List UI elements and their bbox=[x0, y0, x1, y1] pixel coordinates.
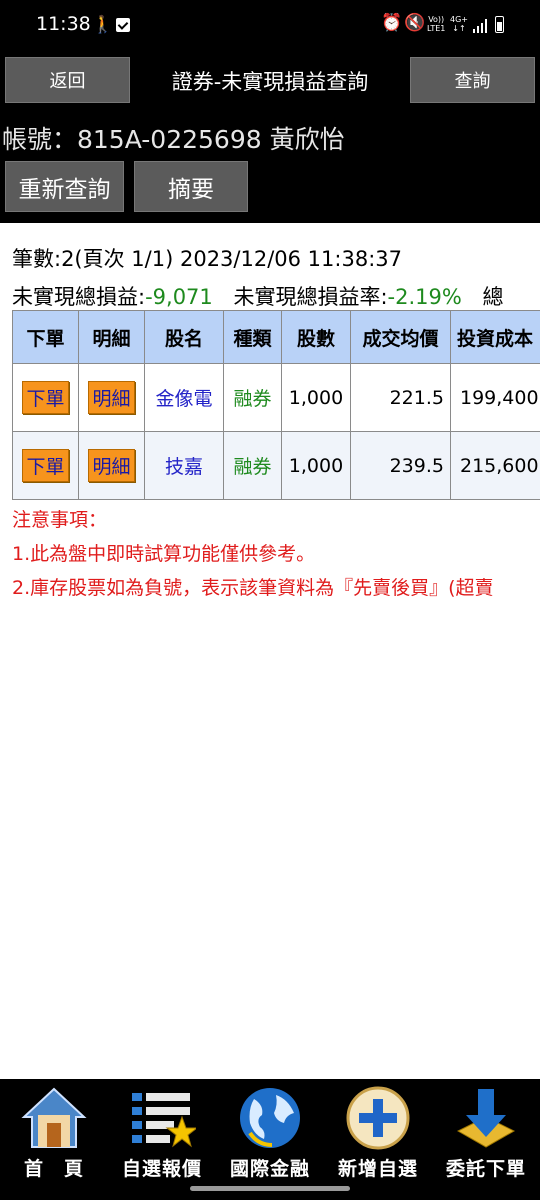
nav-home-label: 首 頁 bbox=[23, 1158, 84, 1180]
table-row: 下單 明細 技嘉 融券 1,000 239.5 215,600 bbox=[12, 431, 540, 500]
order-download-arrow-icon bbox=[456, 1089, 516, 1148]
status-time: 11:38 bbox=[36, 13, 91, 35]
bottom-nav: 首 頁 自選報價 國際金融 新增自選 委託下單 bbox=[0, 1079, 540, 1200]
account-info: 帳號：815A-0225698 黃欣怡 bbox=[2, 125, 345, 154]
nav-international[interactable]: 國際金融 bbox=[216, 1079, 324, 1180]
total-pl-line: 未實現總損益:-9,071 未實現總損益率:-2.19% 總 bbox=[12, 281, 504, 311]
nav-home[interactable]: 首 頁 bbox=[0, 1079, 108, 1180]
walking-icon: 🚶 bbox=[92, 15, 114, 35]
app-header: 返回 證券-未實現損益查詢 查詢 帳號：815A-0225698 黃欣怡 重新查… bbox=[0, 48, 540, 223]
total-pl-rate-value: -2.19% bbox=[387, 285, 462, 309]
order-button[interactable]: 下單 bbox=[22, 381, 69, 414]
trade-type: 融券 bbox=[223, 363, 282, 432]
nav-watchlist[interactable]: 自選報價 bbox=[108, 1079, 216, 1180]
gesture-home-bar[interactable] bbox=[190, 1186, 350, 1191]
signal-icon bbox=[473, 19, 487, 33]
truncated-label: 總 bbox=[482, 285, 504, 309]
volte-indicator: Vo)) LTE1 bbox=[427, 15, 446, 33]
nav-place-order-label: 委託下單 bbox=[445, 1158, 526, 1180]
watchlist-star-icon bbox=[132, 1093, 196, 1148]
network-indicator: 4G+ ↓↑ bbox=[450, 15, 468, 33]
total-pl-label: 未實現總損益: bbox=[12, 285, 146, 309]
avg-price: 239.5 bbox=[350, 431, 451, 500]
nav-add-watch-label: 新增自選 bbox=[337, 1158, 418, 1180]
header-type: 種類 bbox=[223, 310, 282, 364]
alarm-icon: ⏰ bbox=[381, 13, 403, 33]
back-button[interactable]: 返回 bbox=[5, 57, 130, 103]
summary-button[interactable]: 摘要 bbox=[134, 161, 248, 212]
header-name: 股名 bbox=[144, 310, 224, 364]
record-count-line: 筆數:2(頁次 1/1) 2023/12/06 11:38:37 bbox=[12, 247, 402, 271]
note-item: 1.此為盤中即時試算功能僅供參考。 bbox=[12, 543, 316, 565]
nav-place-order[interactable]: 委託下單 bbox=[432, 1079, 540, 1180]
shares: 1,000 bbox=[281, 363, 351, 432]
detail-button[interactable]: 明細 bbox=[88, 449, 135, 482]
total-pl-value: -9,071 bbox=[145, 285, 213, 309]
stock-name: 金像電 bbox=[144, 363, 224, 432]
battery-icon bbox=[495, 16, 504, 33]
checkbox-notification-icon bbox=[116, 18, 130, 32]
globe-icon bbox=[240, 1088, 300, 1148]
detail-button[interactable]: 明細 bbox=[88, 381, 135, 414]
avg-price: 221.5 bbox=[350, 363, 451, 432]
home-icon bbox=[21, 1087, 87, 1148]
page-title: 證券-未實現損益查詢 bbox=[171, 70, 369, 94]
table-row: 下單 明細 金像電 融券 1,000 221.5 199,400 bbox=[12, 363, 540, 432]
header-detail: 明細 bbox=[78, 310, 145, 364]
table-header-row: 下單 明細 股名 種類 股數 成交均價 投資成本 bbox=[12, 310, 540, 364]
header-shares: 股數 bbox=[281, 310, 351, 364]
header-avg-price: 成交均價 bbox=[350, 310, 451, 364]
investment-cost: 199,400 bbox=[450, 363, 540, 432]
header-order: 下單 bbox=[12, 310, 79, 364]
total-pl-rate-label: 未實現總損益率: bbox=[233, 285, 388, 309]
query-button[interactable]: 查詢 bbox=[410, 57, 535, 103]
positions-table: 下單 明細 股名 種類 股數 成交均價 投資成本 下單 明細 金像電 融券 1,… bbox=[12, 310, 540, 500]
note-item: 2.庫存股票如為負號，表示該筆資料為『先賣後買』(超賣 bbox=[12, 577, 494, 599]
nav-watchlist-label: 自選報價 bbox=[121, 1158, 202, 1180]
positions-table-wrap[interactable]: 下單 明細 股名 種類 股數 成交均價 投資成本 下單 明細 金像電 融券 1,… bbox=[12, 310, 540, 500]
notes-title: 注意事項： bbox=[12, 509, 108, 531]
mute-icon: 🔇 bbox=[404, 13, 426, 33]
nav-international-label: 國際金融 bbox=[229, 1158, 310, 1180]
add-plus-icon bbox=[346, 1086, 410, 1150]
requery-button[interactable]: 重新查詢 bbox=[5, 161, 124, 212]
investment-cost: 215,600 bbox=[450, 431, 540, 500]
nav-add-watch[interactable]: 新增自選 bbox=[324, 1079, 432, 1180]
stock-name: 技嘉 bbox=[144, 431, 224, 500]
notes-section: 注意事項： 1.此為盤中即時試算功能僅供參考。 2.庫存股票如為負號，表示該筆資… bbox=[12, 505, 494, 607]
header-cost: 投資成本 bbox=[450, 310, 540, 364]
order-button[interactable]: 下單 bbox=[22, 449, 69, 482]
trade-type: 融券 bbox=[223, 431, 282, 500]
status-bar: 11:38 🚶 ⏰ 🔇 Vo)) LTE1 4G+ ↓↑ bbox=[0, 0, 540, 48]
shares: 1,000 bbox=[281, 431, 351, 500]
